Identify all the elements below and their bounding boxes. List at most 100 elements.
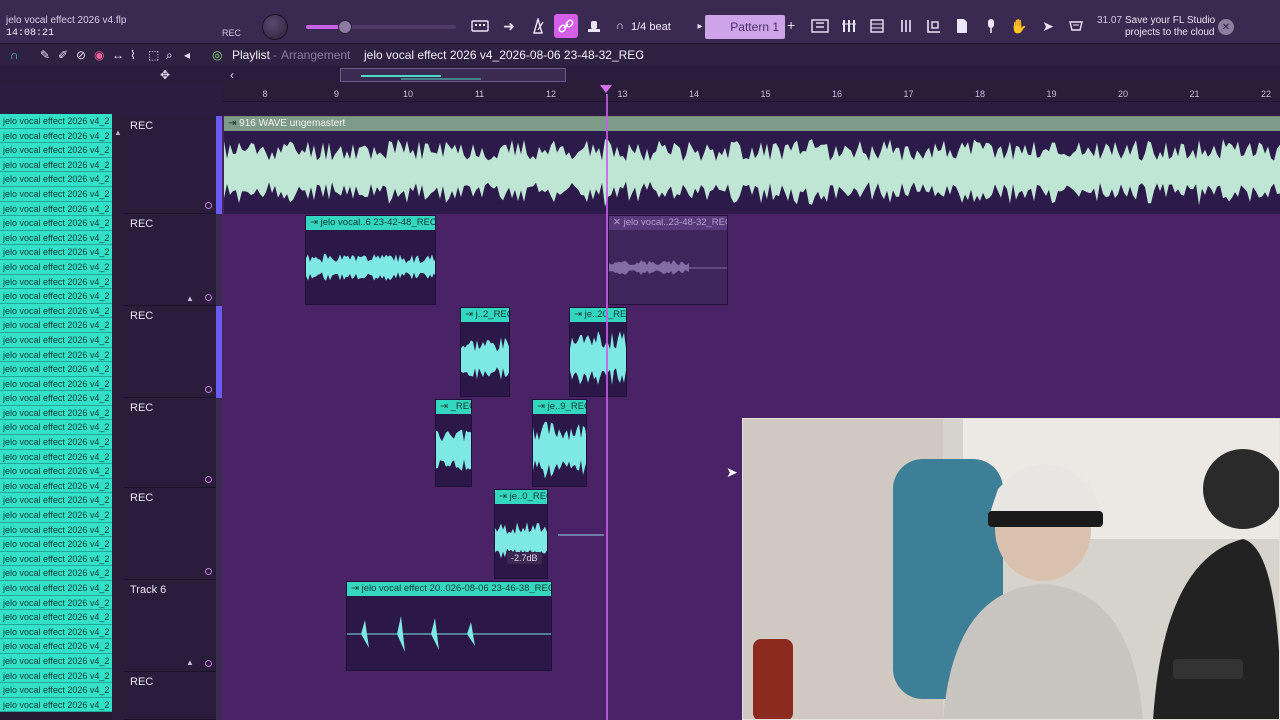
magnet-icon[interactable]: ∩ (10, 48, 19, 62)
up-icon[interactable]: ▲ (186, 294, 194, 303)
cloud-icon[interactable] (1064, 14, 1088, 38)
clip-list-item[interactable]: jelo vocal effect 2026 v4_2 (0, 143, 112, 158)
mic-icon[interactable] (979, 14, 1003, 38)
link-icon[interactable] (554, 14, 578, 38)
up-icon[interactable]: ▲ (186, 658, 194, 667)
hand-icon[interactable]: ✋ (1007, 14, 1031, 38)
clip-source-list[interactable]: jelo vocal effect 2026 v4_2 jelo vocal ef… (0, 114, 112, 720)
track-dot-icon[interactable] (205, 202, 212, 209)
playhead[interactable] (606, 94, 608, 720)
clip-list-item[interactable]: jelo vocal effect 2026 v4_2 (0, 464, 112, 479)
scroll-up-icon[interactable]: ▲ (114, 128, 122, 137)
clip-list-item[interactable]: jelo vocal effect 2026 v4_2 (0, 639, 112, 654)
clip-list-item[interactable]: jelo vocal effect 2026 v4_2 (0, 230, 112, 246)
clip-list-item[interactable]: jelo vocal effect 2026 v4_2 (0, 391, 112, 406)
clip-list-item[interactable]: jelo vocal effect 2026 v4_2 (0, 405, 112, 421)
clip-header[interactable]: ⇥ j..2_REC (461, 308, 509, 322)
track-dot-icon[interactable] (205, 568, 212, 575)
clip-header[interactable]: ⇥ je..20_REC (570, 308, 626, 322)
pattern-selector[interactable]: Pattern 1 (705, 15, 785, 39)
clip-list-item[interactable]: jelo vocal effect 2026 v4_2 (0, 347, 112, 363)
mute-icon[interactable]: ◉ (94, 48, 104, 62)
project-icon[interactable] (950, 14, 974, 38)
playback-icon[interactable]: ◂ (184, 48, 190, 62)
clip-header[interactable]: ⇥ _REC (436, 400, 471, 414)
track-header[interactable]: REC ▲ (124, 214, 216, 306)
clip-list-item[interactable]: jelo vocal effect 2026 v4_2 (0, 493, 112, 509)
add-pattern-button[interactable]: + (787, 17, 795, 33)
snap-select[interactable]: 1/4 beat (627, 17, 675, 37)
clip-list-item[interactable]: jelo vocal effect 2026 v4_2 (0, 668, 112, 684)
slider-handle[interactable] (338, 20, 352, 34)
clip-list-item[interactable]: jelo vocal effect 2026 v4_2 (0, 201, 112, 217)
clip-list-item[interactable]: jelo vocal effect 2026 v4_2 (0, 259, 112, 275)
playlist-subtitle[interactable]: Arrangement (281, 48, 350, 62)
track-header[interactable]: REC (124, 672, 216, 720)
clip-list-item[interactable]: jelo vocal effect 2026 v4_2 (0, 624, 112, 640)
pencil-icon[interactable]: ✎ (40, 48, 50, 62)
clip-list-item[interactable]: jelo vocal effect 2026 v4_2 (0, 216, 112, 231)
master-pitch-slider[interactable] (306, 20, 456, 34)
clip-list-item[interactable]: jelo vocal effect 2026 v4_2 (0, 653, 112, 669)
select-icon[interactable]: ⬚ (148, 48, 159, 62)
clip-list-item[interactable]: jelo vocal effect 2026 v4_2 (0, 128, 112, 144)
delete-icon[interactable]: ⊘ (76, 48, 86, 62)
clip-header[interactable]: ⇥ jelo vocal effect 20..026-08-06 23-46-… (347, 582, 551, 596)
move-icon[interactable]: ✥ (160, 68, 170, 82)
typing-keyboard-icon[interactable] (468, 14, 492, 38)
cloud-message[interactable]: Save your FL Studio projects to the clou… (1125, 15, 1225, 39)
clip-list-item[interactable]: jelo vocal effect 2026 v4_2 (0, 508, 112, 523)
clip-list-item[interactable]: jelo vocal effect 2026 v4_2 (0, 362, 112, 377)
clip-header[interactable]: ✕ jelo vocal..23-48-32_REC (609, 216, 727, 230)
clip-list-scrollbar[interactable]: ▲ (112, 114, 124, 720)
clip-list-item[interactable]: jelo vocal effect 2026 v4_2 (0, 318, 112, 333)
clip-list-item[interactable]: jelo vocal effect 2026 v4_2 (0, 420, 112, 436)
audio-clip[interactable]: ⇥ jelo vocal effect 20..026-08-06 23-46-… (346, 581, 552, 671)
audio-clip-main[interactable]: ⇥ 916 WAVE ungemastert (224, 116, 1280, 214)
clip-list-item[interactable]: jelo vocal effect 2026 v4_2 (0, 157, 112, 173)
metronome-icon[interactable] (526, 14, 550, 38)
master-volume-knob[interactable] (262, 14, 288, 40)
track-dot-icon[interactable] (205, 386, 212, 393)
audio-clip[interactable]: ⇥ je..9_REC (532, 399, 587, 487)
stamp-icon[interactable] (582, 14, 606, 38)
clip-list-item[interactable]: jelo vocal effect 2026 v4_2 (0, 449, 112, 465)
zoom-icon[interactable]: ⌕ (166, 48, 173, 63)
arrangement-overview[interactable] (0, 66, 1280, 84)
audio-clip[interactable]: ⇥ je..0_REC (494, 489, 548, 579)
brush-icon[interactable]: ✐ (58, 48, 68, 62)
scroll-left-icon[interactable]: ‹ (230, 68, 234, 82)
clip-list-item[interactable]: jelo vocal effect 2026 v4_2 (0, 289, 112, 304)
clip-list-item[interactable]: jelo vocal effect 2026 v4_2 (0, 697, 112, 713)
audio-clip[interactable]: ⇥ je..20_REC (569, 307, 627, 397)
overview-window[interactable] (340, 68, 566, 82)
clip-list-item[interactable]: jelo vocal effect 2026 v4_2 (0, 522, 112, 538)
piano-roll-icon[interactable] (865, 14, 889, 38)
channel-rack-icon[interactable] (836, 14, 860, 38)
audio-clip[interactable]: ⇥ j..2_REC (460, 307, 510, 397)
playhead-marker[interactable] (600, 85, 612, 93)
clip-list-item[interactable]: jelo vocal effect 2026 v4_2 (0, 581, 112, 596)
clip-list-item[interactable]: jelo vocal effect 2026 v4_2 (0, 172, 112, 187)
clip-list-item[interactable]: jelo vocal effect 2026 v4_2 (0, 610, 112, 625)
track-header[interactable]: REC (124, 116, 216, 214)
clip-list-item[interactable]: jelo vocal effect 2026 v4_2 (0, 114, 112, 129)
clip-list-item[interactable]: jelo vocal effect 2026 v4_2 (0, 595, 112, 611)
track-dot-icon[interactable] (205, 294, 212, 301)
track-dot-icon[interactable] (205, 660, 212, 667)
clip-list-item[interactable]: jelo vocal effect 2026 v4_2 (0, 566, 112, 581)
clip-list-item[interactable]: jelo vocal effect 2026 v4_2 (0, 186, 112, 202)
clip-header[interactable]: ⇥ je..9_REC (533, 400, 586, 414)
track-dot-icon[interactable] (205, 476, 212, 483)
browser-icon[interactable] (894, 14, 918, 38)
track-header[interactable]: Track 6 ▲ (124, 580, 216, 672)
slip-icon[interactable]: ↔ (112, 48, 124, 62)
audio-clip[interactable]: ✕ jelo vocal..23-48-32_REC (608, 215, 728, 305)
clip-header[interactable]: ⇥ je..0_REC (495, 490, 547, 504)
clip-list-item[interactable]: jelo vocal effect 2026 v4_2 (0, 274, 112, 290)
plugin-icon[interactable] (922, 14, 946, 38)
clip-header[interactable]: ⇥ jelo vocal..6 23-42-48_REC (306, 216, 435, 230)
clip-header[interactable]: ⇥ 916 WAVE ungemastert (224, 117, 1280, 131)
clip-list-item[interactable]: jelo vocal effect 2026 v4_2 (0, 683, 112, 698)
clip-list-item[interactable]: jelo vocal effect 2026 v4_2 (0, 478, 112, 494)
